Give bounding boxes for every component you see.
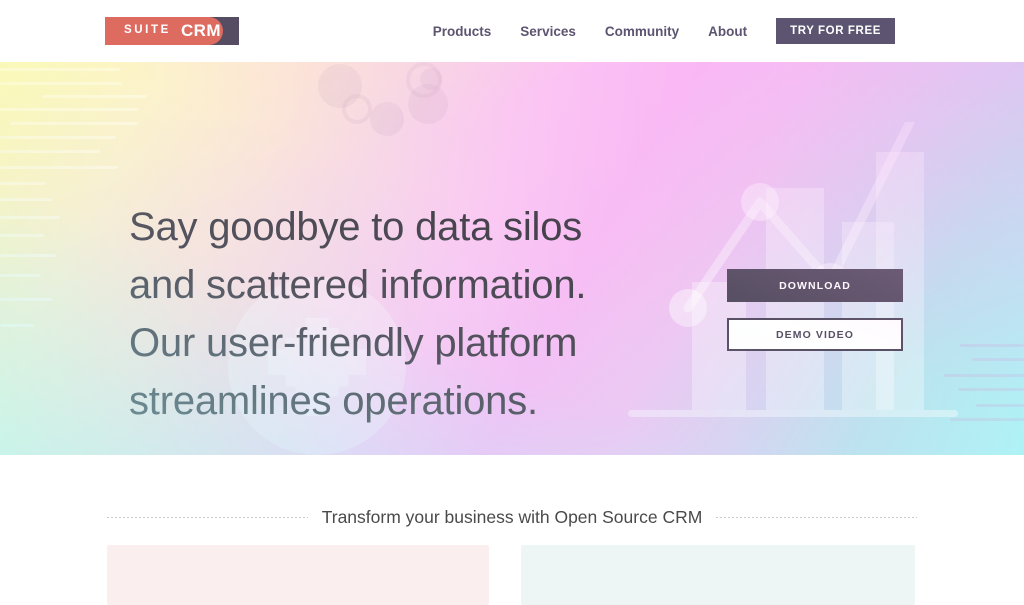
nav-item-products[interactable]: Products bbox=[433, 24, 492, 39]
suitecrm-logo[interactable]: SUITE CRM bbox=[105, 17, 239, 45]
feature-cards bbox=[0, 545, 1024, 605]
logo-suite-text: SUITE bbox=[124, 24, 171, 36]
main-navigation: Products Services Community About TRY FO… bbox=[433, 0, 1024, 62]
rule-right bbox=[716, 517, 918, 518]
demo-video-button[interactable]: DEMO VIDEO bbox=[727, 318, 903, 351]
nav-item-community[interactable]: Community bbox=[605, 24, 679, 39]
nav-item-about[interactable]: About bbox=[708, 24, 747, 39]
download-button[interactable]: DOWNLOAD bbox=[727, 269, 903, 302]
hero-banner: Say goodbye to data silos and scattered … bbox=[0, 62, 1024, 455]
section-heading: Transform your business with Open Source… bbox=[107, 507, 918, 528]
nav-item-services[interactable]: Services bbox=[520, 24, 576, 39]
rule-left bbox=[107, 517, 308, 518]
try-for-free-button[interactable]: TRY FOR FREE bbox=[776, 18, 895, 44]
feature-card-right[interactable] bbox=[521, 545, 915, 605]
logo-crm-text: CRM bbox=[181, 21, 221, 40]
feature-card-left[interactable] bbox=[107, 545, 489, 605]
hero-headline: Say goodbye to data silos and scattered … bbox=[129, 205, 587, 423]
section-title: Transform your business with Open Source… bbox=[321, 507, 703, 527]
intro-section: Transform your business with Open Source… bbox=[0, 455, 1024, 605]
hero-cta-group: DOWNLOAD DEMO VIDEO bbox=[727, 269, 903, 351]
site-header: SUITE CRM Products Services Community Ab… bbox=[0, 0, 1024, 62]
